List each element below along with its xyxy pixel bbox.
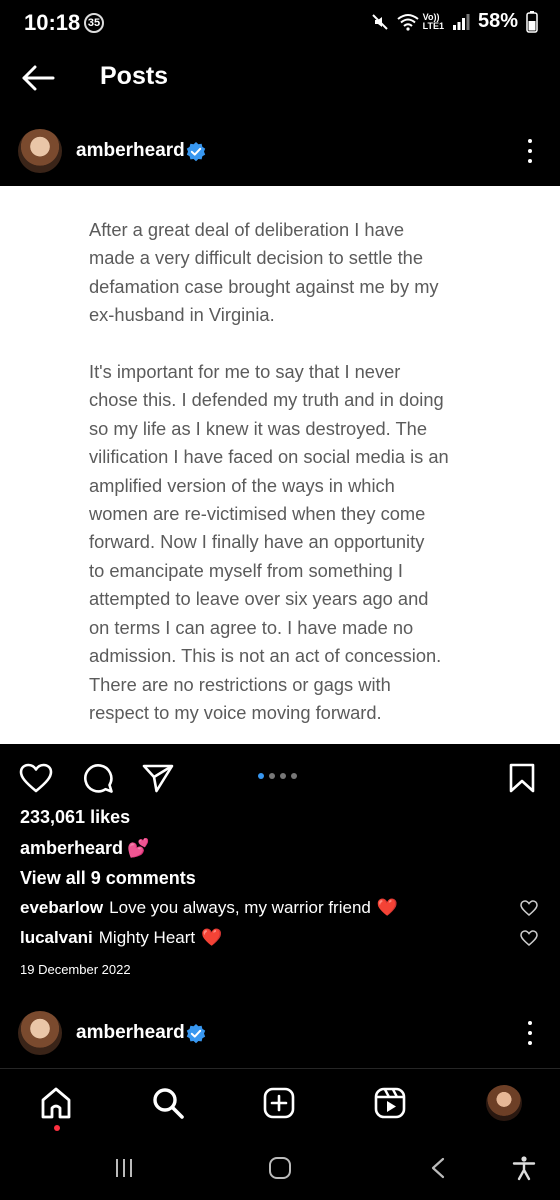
more-options-button[interactable] xyxy=(518,1018,542,1048)
verified-badge-icon xyxy=(186,142,206,162)
notification-count-badge: 35 xyxy=(84,13,104,33)
battery-icon xyxy=(526,10,538,33)
signal-icon xyxy=(452,13,470,30)
likes-count[interactable]: 233,061 likes xyxy=(20,807,130,828)
profile-avatar xyxy=(486,1085,522,1121)
comment-like-icon[interactable] xyxy=(520,930,538,946)
chevron-left-icon xyxy=(431,1157,445,1179)
accessibility-button[interactable] xyxy=(504,1154,544,1182)
like-button[interactable] xyxy=(18,760,54,796)
comment-like-icon[interactable] xyxy=(520,900,538,916)
status-indicators: Vo)) LTE1 58% xyxy=(371,10,538,33)
mute-icon xyxy=(371,13,388,30)
battery-percent: 58% xyxy=(477,10,518,32)
search-icon xyxy=(153,1088,184,1119)
reels-icon xyxy=(374,1087,406,1119)
share-button[interactable] xyxy=(140,760,176,796)
status-bar: 10:18 35 Vo)) LTE1 58% xyxy=(0,0,560,50)
comment-username[interactable]: lucalvani xyxy=(20,928,93,948)
recent-apps-icon xyxy=(116,1159,132,1177)
carousel-indicator xyxy=(258,773,297,779)
carousel-dot xyxy=(280,773,286,779)
heart-outline-icon xyxy=(19,763,53,793)
more-options-button[interactable] xyxy=(518,136,542,166)
create-icon xyxy=(263,1087,295,1119)
back-system-button[interactable] xyxy=(418,1154,458,1182)
notification-dot xyxy=(54,1125,60,1131)
post-username[interactable]: amberheard xyxy=(76,140,185,162)
comment-item: evebarlow Love you always, my warrior fr… xyxy=(20,898,540,918)
more-dot-icon xyxy=(528,149,532,153)
avatar[interactable] xyxy=(18,1011,62,1055)
comment-item: lucalvani Mighty Heart ❤️ xyxy=(20,928,540,948)
view-all-comments-link[interactable]: View all 9 comments xyxy=(20,868,196,889)
home-circle-icon xyxy=(269,1157,291,1179)
comment-button[interactable] xyxy=(80,760,116,796)
avatar[interactable] xyxy=(18,129,62,173)
post-image[interactable]: After a great deal of deliberation I hav… xyxy=(0,186,560,744)
page-header: Posts xyxy=(0,50,560,106)
post-caption: amberheard 💕 xyxy=(20,838,149,859)
next-post-header: amberheard xyxy=(0,1006,560,1062)
nav-profile-button[interactable] xyxy=(484,1083,524,1123)
bottom-navigation xyxy=(0,1068,560,1134)
comment-username[interactable]: evebarlow xyxy=(20,898,103,918)
comment-icon xyxy=(84,764,113,793)
page-title: Posts xyxy=(100,62,169,90)
post-header: amberheard xyxy=(0,124,560,180)
more-dot-icon xyxy=(528,1021,532,1025)
nav-home-button[interactable] xyxy=(36,1083,76,1123)
nav-search-button[interactable] xyxy=(148,1083,188,1123)
recent-apps-button[interactable] xyxy=(104,1154,144,1182)
comment-text: Love you always, my warrior friend xyxy=(109,898,371,917)
more-dot-icon xyxy=(528,1031,532,1035)
carousel-dot-active xyxy=(258,773,264,779)
caption-username[interactable]: amberheard xyxy=(20,838,123,859)
post-image-text: After a great deal of deliberation I hav… xyxy=(89,219,449,723)
nav-create-button[interactable] xyxy=(259,1083,299,1123)
network-label-bottom: LTE1 xyxy=(422,20,444,31)
nav-reels-button[interactable] xyxy=(370,1083,410,1123)
send-icon xyxy=(142,764,174,793)
more-dot-icon xyxy=(528,1041,532,1045)
back-button[interactable] xyxy=(18,60,58,96)
status-time: 10:18 xyxy=(24,10,81,35)
home-system-button[interactable] xyxy=(260,1154,300,1182)
carousel-dot xyxy=(269,773,275,779)
wifi-icon xyxy=(397,13,419,31)
more-dot-icon xyxy=(528,139,532,143)
system-navigation xyxy=(0,1134,560,1200)
bookmark-icon xyxy=(509,763,535,793)
arrow-left-icon xyxy=(22,65,55,91)
carousel-dot xyxy=(291,773,297,779)
comment-emoji: ❤️ xyxy=(201,928,223,947)
post-actions xyxy=(0,752,560,800)
caption-emoji: 💕 xyxy=(127,838,150,858)
next-post-username[interactable]: amberheard xyxy=(76,1022,185,1044)
comment-text: Mighty Heart xyxy=(98,928,196,947)
save-button[interactable] xyxy=(504,760,540,796)
more-dot-icon xyxy=(528,159,532,163)
verified-badge-icon xyxy=(186,1024,206,1044)
network-label: Vo)) LTE1 xyxy=(422,12,444,31)
accessibility-icon xyxy=(512,1156,536,1181)
comment-emoji: ❤️ xyxy=(376,898,399,917)
home-icon xyxy=(41,1087,71,1119)
post-date: 19 December 2022 xyxy=(20,962,131,977)
